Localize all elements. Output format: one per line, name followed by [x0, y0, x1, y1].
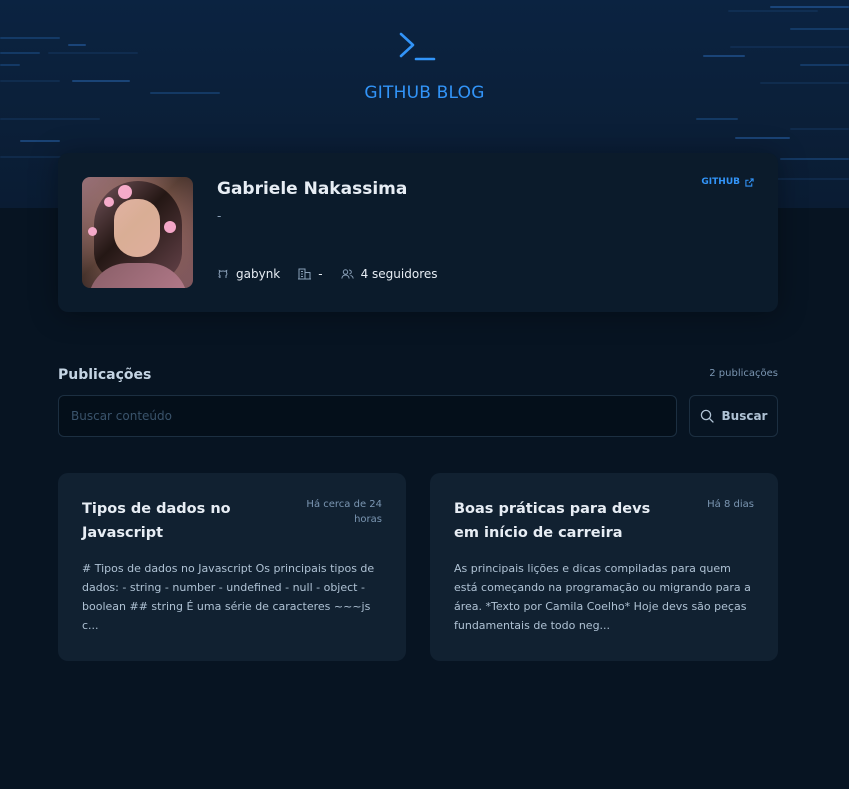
decor-line — [0, 80, 60, 82]
decor-line — [770, 6, 849, 8]
profile-meta: gabynk - 4 seguidores — [217, 267, 456, 281]
decor-line — [800, 64, 849, 66]
post-title: Tipos de dados no Javascript — [82, 501, 231, 541]
decor-line — [780, 158, 849, 160]
meta-username: gabynk — [217, 267, 280, 281]
decor-line — [0, 118, 100, 120]
post-card[interactable]: Tipos de dados no Javascript Há cerca de… — [58, 473, 406, 661]
github-link[interactable]: GITHUB — [701, 177, 754, 187]
decor-line — [0, 37, 60, 39]
terminal-prompt-icon — [399, 32, 436, 61]
decor-line — [0, 52, 40, 54]
post-title: Boas práticas para devs em início de car… — [454, 501, 651, 541]
decor-line — [790, 28, 849, 30]
decor-line — [730, 46, 849, 48]
decor-line — [72, 80, 130, 82]
post-excerpt: # Tipos de dados no Javascript Os princi… — [82, 562, 375, 632]
post-excerpt: As principais lições e dicas compiladas … — [454, 562, 751, 632]
search-button[interactable]: Buscar — [689, 395, 778, 437]
decor-line — [790, 128, 849, 130]
search-button-label: Buscar — [721, 409, 768, 423]
decor-line — [703, 55, 745, 57]
brand-title: GITHUB BLOG — [364, 83, 485, 103]
profile-bio: - — [217, 209, 222, 223]
users-icon — [340, 269, 354, 279]
github-link-label: GITHUB — [701, 177, 740, 187]
search-icon — [700, 409, 714, 423]
decor-line — [20, 140, 60, 142]
profile-card: Gabriele Nakassima GITHUB - gabynk - 4 s… — [58, 153, 778, 312]
decor-line — [728, 10, 818, 12]
post-date: Há 8 dias — [707, 499, 754, 510]
meta-followers: 4 seguidores — [340, 267, 438, 281]
post-date: Há cerca de 24 horas — [306, 499, 382, 525]
decor-line — [68, 44, 86, 46]
decor-line — [48, 52, 138, 54]
decor-line — [0, 64, 20, 66]
publications-count: 2 publicações — [709, 368, 778, 379]
username: gabynk — [236, 267, 281, 281]
meta-company: - — [298, 267, 323, 281]
github-icon — [218, 269, 228, 278]
external-link-icon — [745, 177, 754, 187]
decor-line — [735, 137, 790, 139]
decor-line — [696, 118, 738, 120]
company: - — [318, 267, 323, 281]
publications-title: Publicações — [58, 367, 152, 383]
search-input[interactable] — [58, 395, 677, 437]
post-card[interactable]: Boas práticas para devs em início de car… — [430, 473, 778, 661]
profile-name: Gabriele Nakassima — [217, 179, 408, 199]
followers: 4 seguidores — [360, 267, 438, 281]
building-icon — [298, 268, 312, 280]
avatar — [82, 177, 193, 288]
page: GITHUB BLOG Gabriele Nakassima GITHUB - — [0, 0, 849, 789]
